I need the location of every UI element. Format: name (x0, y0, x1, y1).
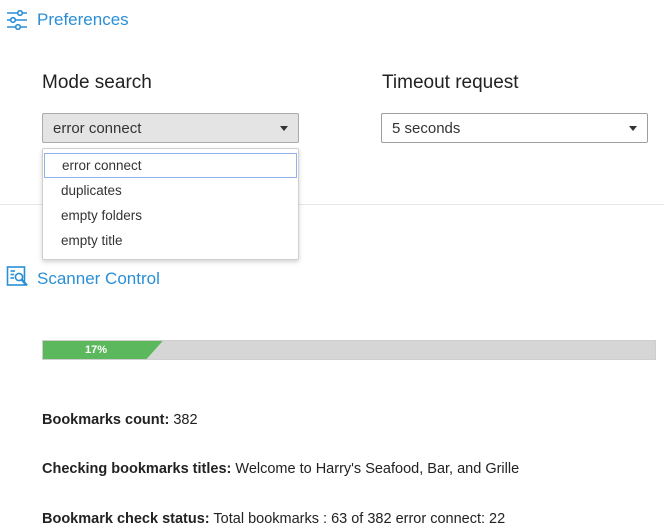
check-status-line: Bookmark check status: Total bookmarks :… (42, 511, 505, 527)
scan-progress-bar: 17% (42, 340, 656, 360)
preferences-title: Preferences (37, 10, 129, 29)
timeout-request-value: 5 seconds (392, 119, 461, 137)
dropdown-option[interactable]: empty title (43, 228, 298, 253)
sliders-icon (6, 9, 28, 31)
scan-progress-label: 17% (85, 344, 108, 356)
dropdown-option[interactable]: empty folders (43, 203, 298, 228)
timeout-request-label: Timeout request (382, 72, 519, 93)
mode-search-label: Mode search (42, 72, 152, 93)
checking-titles-label: Checking bookmarks titles: (42, 461, 232, 477)
mode-search-value: error connect (53, 119, 142, 137)
scanner-control-title: Scanner Control (37, 269, 160, 288)
bookmarks-count-label: Bookmarks count: (42, 412, 170, 428)
checking-titles-line: Checking bookmarks titles: Welcome to Ha… (42, 461, 519, 477)
mode-search-select[interactable]: error connect (42, 113, 299, 143)
preferences-header: Preferences (6, 8, 129, 32)
check-status-label: Bookmark check status: (42, 511, 210, 527)
caret-down-icon (280, 125, 288, 131)
bookmarks-count-line: Bookmarks count: 382 (42, 412, 198, 428)
bookmarks-count-value: 382 (173, 412, 198, 428)
check-status-value: Total bookmarks : 63 of 382 error connec… (213, 511, 506, 527)
dropdown-option[interactable]: error connect (44, 153, 297, 178)
mode-search-dropdown: error connect duplicates empty folders empt… (42, 148, 299, 260)
scanner-control-header: Scanner Control (6, 265, 160, 294)
dropdown-option[interactable]: duplicates (43, 178, 298, 203)
timeout-request-select[interactable]: 5 seconds (381, 113, 648, 143)
scanner-document-icon (6, 265, 29, 294)
caret-down-icon (629, 125, 637, 131)
checking-titles-value: Welcome to Harry's Seafood, Bar, and Gri… (235, 461, 520, 477)
